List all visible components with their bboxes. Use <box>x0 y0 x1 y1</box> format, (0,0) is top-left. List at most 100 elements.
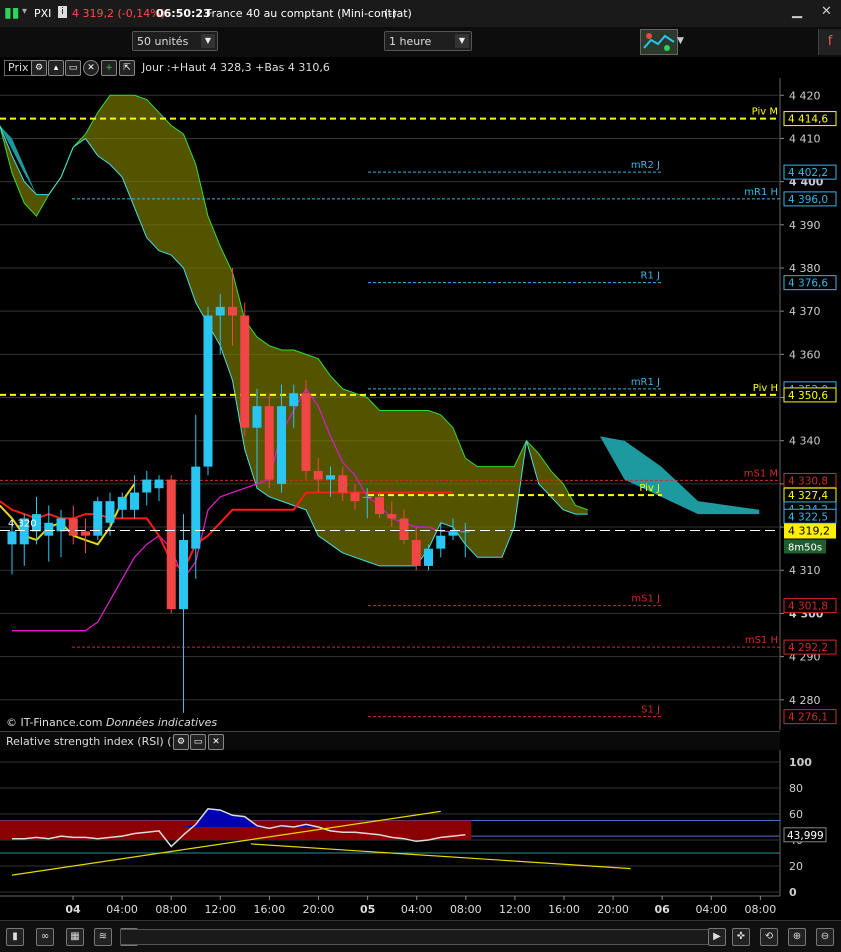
candle-body <box>313 470 323 480</box>
x-tick-label: 04:00 <box>401 903 433 916</box>
indicator-icon[interactable]: ≋ <box>94 928 112 946</box>
candle-body <box>44 522 54 536</box>
zoom-in-icon[interactable]: ⊕ <box>788 928 806 946</box>
add-icon[interactable]: + <box>101 60 117 76</box>
level-value: 4 301,8 <box>788 601 828 613</box>
candle-style-icon[interactable]: ▮ <box>6 928 24 946</box>
level-name: R1 J <box>641 271 660 282</box>
candle-body <box>166 479 176 610</box>
rsi-label: Relative strength index (RSI) (14) <box>6 735 190 748</box>
x-tick-label: 05 <box>360 903 375 916</box>
price-chart[interactable]: 4 4204 4104 4004 3904 3804 3704 3604 350… <box>0 78 841 730</box>
period-select-value: 1 heure <box>389 35 432 48</box>
candle-body <box>117 496 127 510</box>
scroll-right-icon[interactable]: ▶ <box>708 928 726 946</box>
candle-body <box>252 406 262 428</box>
candle-body <box>277 406 286 484</box>
x-tick-label: 08:00 <box>745 903 777 916</box>
y-tick-label: 4 280 <box>789 694 821 707</box>
minimize-icon[interactable]: ▁ <box>792 4 802 19</box>
indicators-button[interactable] <box>640 29 678 55</box>
x-tick-label: 06 <box>655 903 671 916</box>
y-tick-label: 4 310 <box>789 564 821 577</box>
y-tick-label: 4 380 <box>789 262 821 275</box>
level-value: 4 350,6 <box>788 390 828 402</box>
candle-body <box>191 466 201 549</box>
window-menu-icon[interactable]: ▮▮ <box>4 5 19 21</box>
panel-label[interactable]: Prix <box>4 60 33 76</box>
window-icon[interactable]: ▭ <box>65 60 81 76</box>
link-icon[interactable]: ∞ <box>36 928 54 946</box>
close-icon[interactable]: ✕ <box>83 60 99 76</box>
candle-body <box>7 531 17 545</box>
rsi-tick-label: 20 <box>789 860 803 873</box>
x-tick-label: 16:00 <box>548 903 580 916</box>
chart-header: Prix ⚙ ▴ ▭ ✕ + ⇱ Jour :+Haut 4 328,3 +Ba… <box>0 58 780 78</box>
wrench-icon[interactable]: ⚙ <box>173 734 189 750</box>
level-value: 4 322,5 <box>788 511 828 523</box>
footer-note: © IT-Finance.com Données indicatives <box>6 716 217 729</box>
candle-body <box>301 393 311 471</box>
plot-background <box>0 78 780 730</box>
candle-body <box>375 496 384 515</box>
candle-body <box>215 306 225 316</box>
x-tick-label: 04 <box>65 903 81 916</box>
level-value: 4 292,2 <box>788 642 828 654</box>
chart-type-icon[interactable]: ▦ <box>66 928 84 946</box>
countdown-value: 8m50s <box>788 543 822 554</box>
candle-body <box>81 531 90 536</box>
level-name: Piv J <box>639 483 660 494</box>
time-scrollbar[interactable] <box>120 929 726 945</box>
x-tick-label: 08:00 <box>450 903 482 916</box>
level-name: Piv M <box>752 107 778 118</box>
title-bar: ▮▮ ▾ PXI i 4 319,2 (-0,14%) 06:50:23 Fra… <box>0 0 841 28</box>
candle-body <box>105 501 115 523</box>
close-icon[interactable]: ✕ <box>208 734 224 750</box>
level-name: mS1 H <box>745 635 778 646</box>
symbol: PXI <box>34 7 52 20</box>
cursor-icon[interactable]: ✜ <box>732 928 750 946</box>
candle-body <box>436 535 446 549</box>
info-icon[interactable]: i <box>58 6 67 18</box>
side-panel-toggle[interactable]: f <box>818 29 841 55</box>
period-select[interactable]: 1 heure ▼ <box>384 31 472 51</box>
rsi-chart[interactable]: 10080604020043,9990404:0008:0012:0016:00… <box>0 750 841 920</box>
chevron-down-icon[interactable]: ▼ <box>677 31 687 51</box>
units-select[interactable]: 50 unités ▼ <box>132 31 218 51</box>
zoom-out-icon[interactable]: ⊖ <box>816 928 834 946</box>
rsi-tick-label: 0 <box>789 886 797 899</box>
dropdown-icon[interactable]: ▾ <box>22 6 27 17</box>
zoom-reset-icon[interactable]: ⟲ <box>760 928 778 946</box>
y-tick-label: 4 420 <box>789 89 821 102</box>
indicators-icon <box>643 33 675 51</box>
y-tick-label: 4 370 <box>789 305 821 318</box>
price-change: 4 319,2 (-0,14%) <box>72 7 165 20</box>
y-tick-label: 4 390 <box>789 219 821 232</box>
copyright: © IT-Finance.com <box>6 716 103 729</box>
x-tick-label: 04:00 <box>695 903 727 916</box>
lock-icon[interactable]: ▴ <box>48 60 64 76</box>
candle-body <box>179 540 188 610</box>
session-info: Jour :+Haut 4 328,3 +Bas 4 310,6 <box>142 61 330 74</box>
x-tick-label: 20:00 <box>597 903 629 916</box>
rsi-current-value: 43,999 <box>787 830 824 842</box>
candle-body <box>264 406 274 480</box>
candle-body <box>240 315 250 428</box>
close-icon[interactable]: ✕ <box>821 4 832 19</box>
candle-body <box>142 479 152 493</box>
y-tick-label: 4 360 <box>789 348 821 361</box>
rsi-header: Relative strength index (RSI) (14) ⚙ ▭ ✕ <box>0 731 780 752</box>
candle-body <box>68 518 78 536</box>
x-tick-label: 12:00 <box>499 903 531 916</box>
export-icon[interactable]: ⇱ <box>119 60 135 76</box>
candle-body <box>228 306 237 316</box>
candle-body <box>362 496 372 498</box>
wrench-icon[interactable]: ⚙ <box>31 60 47 76</box>
level-name: Piv H <box>753 383 778 394</box>
candle-body <box>399 518 409 541</box>
level-name: mR1 J <box>631 377 660 388</box>
instrument-name: France 40 au comptant (Mini-contrat) <box>206 7 412 20</box>
window-icon[interactable]: ▭ <box>190 734 206 750</box>
clock: 06:50:23 <box>156 7 211 20</box>
candle-body <box>460 531 470 533</box>
